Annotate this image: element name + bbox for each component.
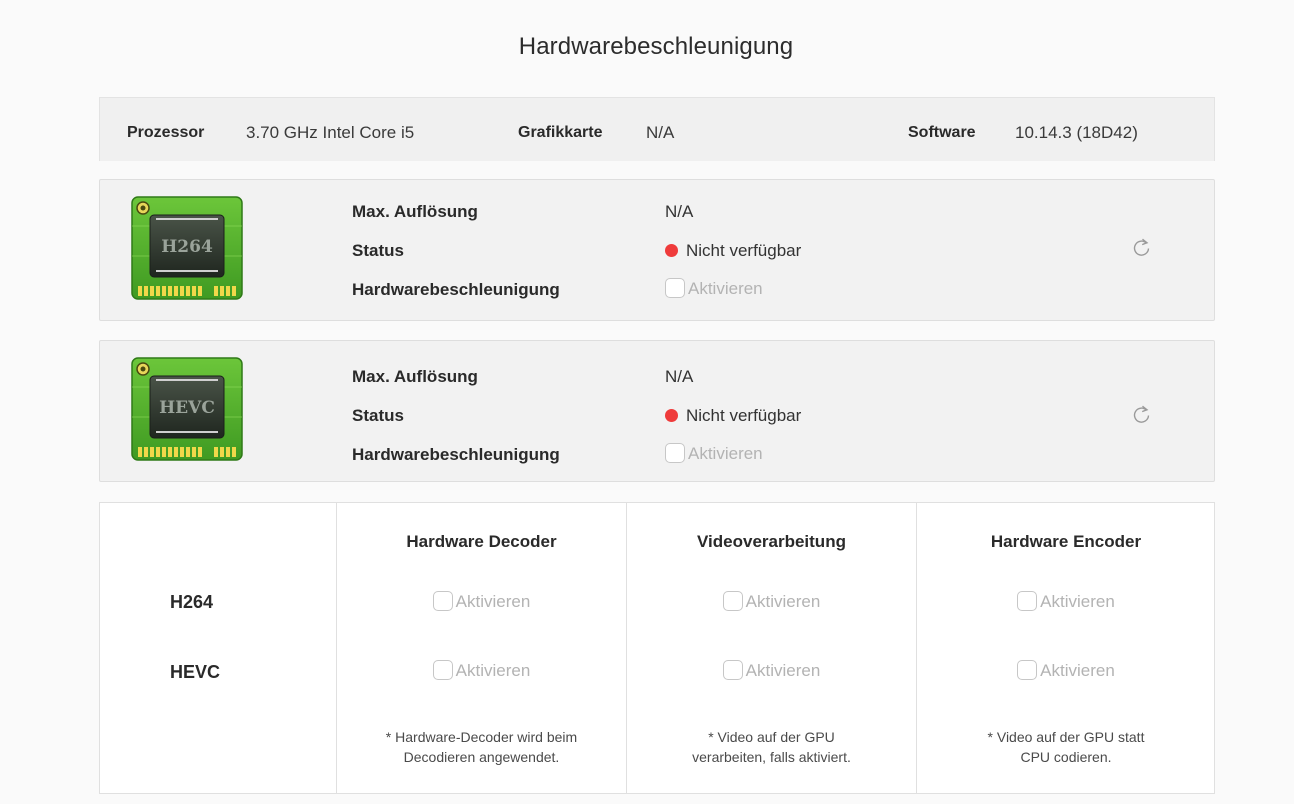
page-title: Hardwarebeschleunigung (518, 33, 794, 60)
hardware-acceleration-label: Hardwarebeschleunigung (352, 280, 560, 299)
gpu-label: Grafikkarte (518, 124, 603, 141)
max-resolution-label: Max. Auflösung (352, 202, 478, 221)
processor-label: Prozessor (127, 124, 205, 141)
h264-encoder-checkbox[interactable]: Aktivieren (917, 591, 1215, 612)
software-label: Software (908, 124, 976, 141)
checkbox-icon (665, 278, 685, 298)
encoder-note: * Video auf der GPU statt CPU codieren. (987, 729, 1145, 765)
chip-label: H264 (161, 237, 213, 257)
hevc-decoder-checkbox[interactable]: Aktivieren (337, 660, 626, 681)
status-value: Nicht verfügbar (665, 406, 801, 426)
checkbox-icon (1017, 591, 1038, 611)
gpu-value: N/A (646, 123, 675, 142)
h264-decoder-checkbox[interactable]: Aktivieren (337, 591, 626, 612)
max-resolution-value: N/A (665, 367, 694, 386)
codec-panel-hevc: HEVC Max. Auflösung N/A Status Nicht ver… (99, 340, 1215, 482)
hevc-processing-checkbox[interactable]: Aktivieren (627, 660, 916, 681)
column-header-hardware-decoder: Hardware Decoder (406, 532, 557, 551)
system-info-bar: Prozessor 3.70 GHz Intel Core i5 Grafikk… (99, 97, 1215, 161)
row-label-hevc: HEVC (170, 662, 221, 682)
processing-note: * Video auf der GPU verarbeiten, falls ak… (692, 729, 851, 765)
codec-panel-h264: H264 Max. Auflösung N/A Status Nicht ver… (99, 179, 1215, 321)
refresh-icon[interactable] (1132, 237, 1152, 259)
checkbox-icon (1017, 660, 1038, 680)
chip-icon: H264 (131, 196, 243, 300)
status-label: Status (352, 241, 404, 260)
column-header-hardware-encoder: Hardware Encoder (990, 532, 1142, 551)
checkbox-icon (432, 660, 453, 680)
processor-value: 3.70 GHz Intel Core i5 (246, 123, 415, 142)
checkbox-icon (665, 443, 685, 463)
h264-processing-checkbox[interactable]: Aktivieren (627, 591, 916, 612)
checkbox-icon (722, 591, 743, 611)
software-value: 10.14.3 (18D42) (1015, 123, 1138, 142)
row-label-h264: H264 (170, 592, 214, 612)
chip-label: HEVC (159, 398, 215, 418)
chip-icon: HEVC (131, 357, 243, 461)
status-dot-icon (665, 244, 678, 257)
acceleration-matrix: Hardware Decoder Videoverarbeitung Hardw… (99, 502, 1215, 794)
column-header-video-processing: Videoverarbeitung (697, 532, 846, 551)
hardware-acceleration-checkbox[interactable]: Aktivieren (665, 443, 763, 464)
hevc-encoder-checkbox[interactable]: Aktivieren (917, 660, 1215, 681)
status-value: Nicht verfügbar (665, 241, 801, 261)
refresh-icon[interactable] (1132, 404, 1152, 426)
checkbox-icon (432, 591, 453, 611)
max-resolution-value: N/A (665, 202, 694, 221)
max-resolution-label: Max. Auflösung (352, 367, 478, 386)
decoder-note: * Hardware-Decoder wird beim Decodieren a… (385, 729, 578, 765)
hardware-acceleration-checkbox[interactable]: Aktivieren (665, 278, 763, 299)
hardware-acceleration-label: Hardwarebeschleunigung (352, 445, 560, 464)
checkbox-icon (722, 660, 743, 680)
status-label: Status (352, 406, 404, 425)
status-dot-icon (665, 409, 678, 422)
